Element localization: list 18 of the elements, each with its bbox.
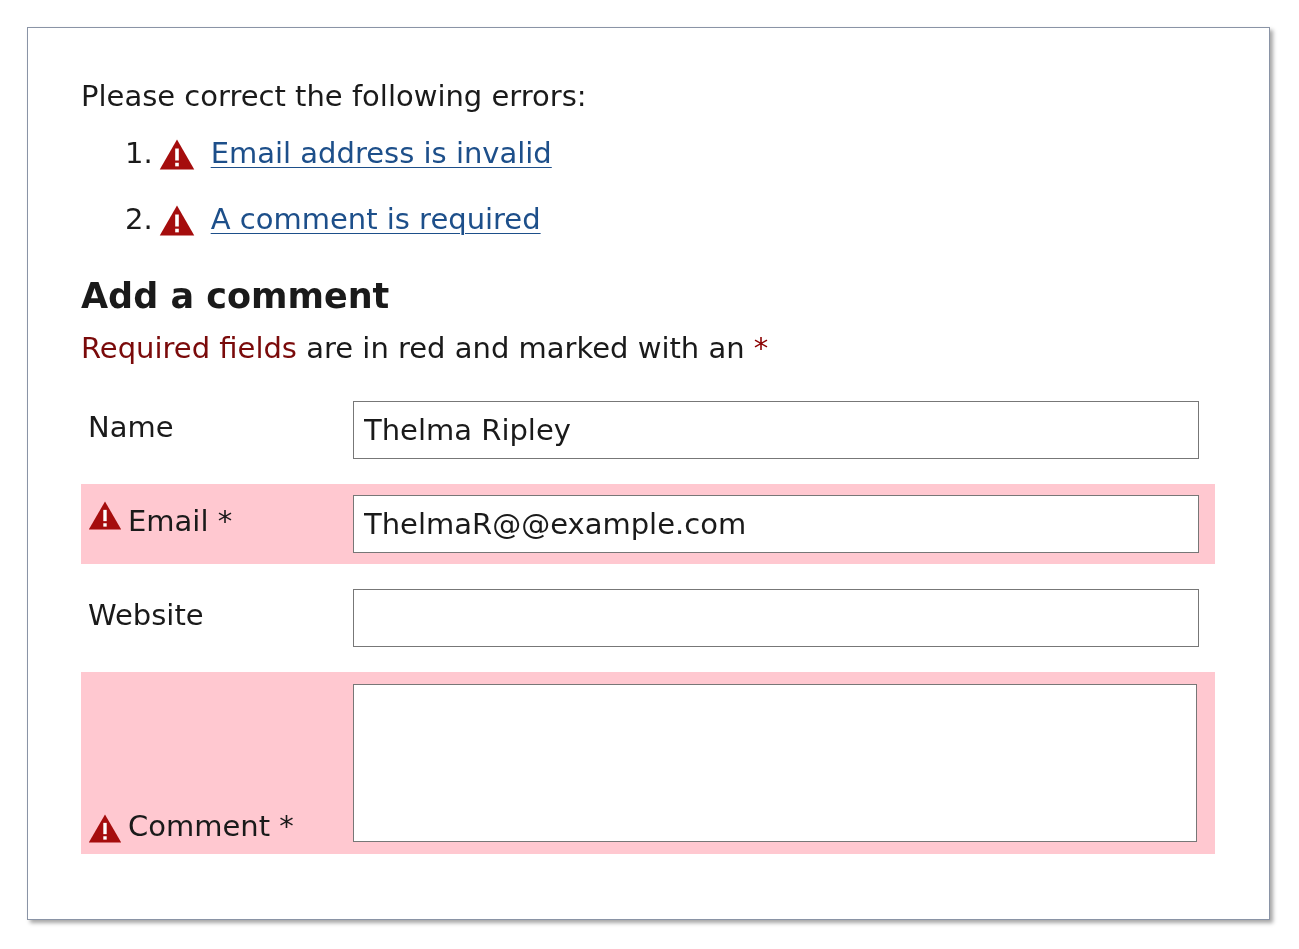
input-field[interactable]: [353, 589, 1199, 647]
list-number: 2.: [125, 201, 153, 239]
input-field[interactable]: Thelma Ripley: [353, 401, 1199, 459]
error-summary-title: Please correct the following errors:: [81, 78, 588, 115]
form-heading: Add a comment: [81, 275, 391, 318]
field-label: Comment *: [128, 807, 294, 845]
error-link[interactable]: Email address is invalid: [210, 132, 552, 176]
field-label: Website: [88, 597, 204, 634]
error-link[interactable]: A comment is required: [210, 198, 541, 242]
required-note: Required fields are in red and marked with an *: [81, 330, 770, 367]
field-label: Name: [88, 409, 174, 446]
list-number: 1.: [125, 135, 153, 173]
warning-icon: [158, 137, 195, 171]
warning-icon: [88, 500, 122, 531]
warning-icon: [158, 203, 195, 237]
warning-icon: [88, 813, 122, 844]
field-label: Email *: [128, 503, 233, 540]
input-field[interactable]: ThelmaR@@example.com: [353, 495, 1199, 553]
